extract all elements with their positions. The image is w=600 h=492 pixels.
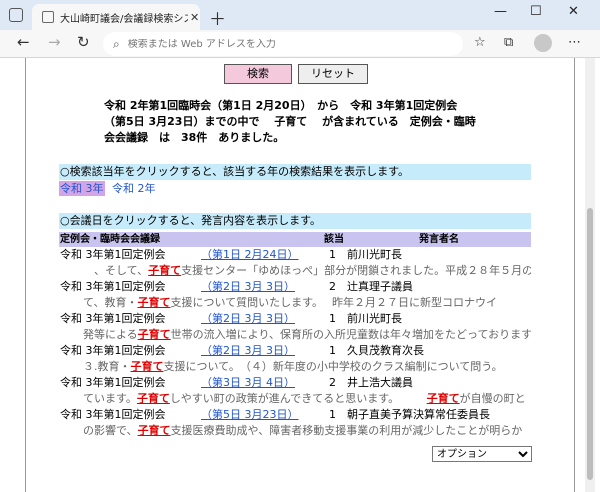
summary-line: 令和 2年第1回臨時会（第1日 2月20日） から 令和 3年第1回定例会	[104, 99, 458, 112]
result-snippet: ３.教育・子育て支援について。 （４）新年度の小中学校のクラス編制について問う。	[59, 358, 531, 375]
result-snippet: 、そして、子育て支援センター「ゆめほっぺ」部分が閉鎖されました。平成２８年５月の	[59, 262, 531, 279]
result-snippet: の影響で、子育て支援医療費助成や、障害者移動支援事業の利用が減少したことが明らか	[59, 422, 531, 439]
back-icon[interactable]: ←	[17, 33, 30, 51]
result-meeting: 令和 3年第1回定例会	[60, 280, 166, 293]
browser-titlebar: 大山崎町議会/会議録検索システム ✕ ＋ — ☐ ✕	[0, 0, 600, 30]
result-hit-count: 1	[329, 312, 336, 325]
result-meeting: 令和 3年第1回定例会	[60, 408, 166, 421]
result-row: 令和 3年第1回定例会 （第5日 3月23日） 1 朝子直美予算決算常任委員長	[59, 407, 531, 422]
page-favicon-icon	[42, 11, 54, 23]
keyword-highlight: 子育て	[136, 392, 170, 405]
more-menu-icon[interactable]: ⋯	[568, 35, 581, 50]
maximize-button[interactable]: ☐	[530, 4, 542, 19]
forward-icon[interactable]: →	[48, 33, 61, 51]
reset-button[interactable]: リセット	[298, 64, 368, 84]
new-tab-button[interactable]: ＋	[209, 5, 226, 30]
year-link-r3[interactable]: 令和 3年	[59, 181, 105, 196]
result-hit-count: 2	[329, 280, 336, 293]
keyword-highlight: 子育て	[130, 360, 164, 373]
snippet-text: 世帯の流入増により、保育所の入所児童数は年々増加をたどっております	[170, 328, 531, 341]
result-speaker: 辻真理子議員	[347, 280, 413, 293]
result-snippet: ています。子育てしやすい町の政策が進んできてると思います。 子育てが自慢の町と	[59, 390, 531, 407]
result-snippet: 発等による子育て世帯の流入増により、保育所の入所児童数は年々増加をたどっておりま…	[59, 326, 531, 343]
keyword-highlight: 子育て	[426, 392, 460, 405]
keyword-highlight: 子育て	[137, 296, 171, 309]
tab-title: 大山崎町議会/会議録検索システム	[60, 13, 188, 25]
snippet-text: ています。	[83, 392, 137, 405]
result-row: 令和 3年第1回定例会 （第2日 3月 3日） 1 前川光町長	[59, 311, 531, 326]
snippet-text: が自慢の町と	[459, 392, 526, 405]
result-row: 令和 3年第1回定例会 （第2日 3月 3日） 2 辻真理子議員	[59, 279, 531, 294]
page-viewport: 検索 リセット 令和 2年第1回臨時会（第1日 2月20日） から 令和 3年第…	[0, 58, 600, 492]
vertical-scrollbar[interactable]	[585, 58, 595, 492]
keyword-highlight: 子育て	[137, 328, 171, 341]
summary-line: （第5日 3月23日）までの中で 子育て が含まれている 定例会・臨時	[104, 115, 476, 128]
result-speaker: 久貝茂教育次長	[347, 344, 424, 357]
result-hit-count: 2	[329, 376, 336, 389]
header-hit: 該当	[324, 234, 344, 245]
address-bar[interactable]: ⌕	[103, 32, 463, 56]
keyword-highlight: 子育て	[137, 424, 171, 437]
reload-icon[interactable]: ↻	[77, 33, 90, 51]
snippet-text: 支援医療費助成や、障害者移動支援事業の利用が減少したことが明らか	[170, 424, 523, 437]
snippet-text: 支援について。 （４）新年度の小中学校のクラス編制について問う。	[163, 360, 503, 373]
result-meeting: 令和 3年第1回定例会	[60, 312, 166, 325]
address-input[interactable]	[127, 38, 428, 50]
result-date-link[interactable]: （第2日 3月 3日）	[201, 343, 295, 358]
result-hit-count: 1	[329, 248, 336, 261]
snippet-text: の影響で、	[83, 424, 138, 437]
result-hit-count: 1	[329, 408, 336, 421]
result-speaker: 朝子直美予算決算常任委員長	[347, 408, 490, 421]
result-date-link[interactable]: （第2日 3月 3日）	[201, 311, 295, 326]
header-meeting: 定例会・臨時会会議録	[60, 234, 160, 245]
header-speaker: 発言者名	[419, 234, 459, 245]
results-table: 令和 3年第1回定例会 （第1日 2月24日） 1 前川光町長 、そして、子育て支援セ…	[59, 247, 531, 452]
summary-line: 会会議録 は 38件 ありました。	[104, 131, 285, 144]
tab-actions-icon[interactable]	[9, 8, 23, 22]
collections-icon[interactable]: ⧉	[504, 35, 513, 50]
result-row: 令和 3年第1回定例会 （第1日 2月24日） 1 前川光町長	[59, 247, 531, 262]
snippet-text: て、教育・	[83, 296, 138, 309]
close-window-button[interactable]: ✕	[568, 4, 579, 19]
result-speaker: 井上浩大議員	[347, 376, 413, 389]
snippet-text: 発等による	[83, 328, 138, 341]
result-meeting: 令和 3年第1回定例会	[60, 248, 166, 261]
result-speaker: 前川光町長	[347, 248, 402, 261]
scrollbar-thumb[interactable]	[587, 208, 593, 480]
tab-close-icon[interactable]: ✕	[190, 11, 199, 24]
result-date-link[interactable]: （第1日 2月24日）	[201, 247, 299, 262]
result-date-link[interactable]: （第3日 3月 4日）	[201, 375, 295, 390]
options-dropdown[interactable]: オプション	[432, 446, 532, 462]
result-meeting: 令和 3年第1回定例会	[60, 344, 166, 357]
keyword-highlight: 子育て	[148, 264, 182, 277]
result-row: 令和 3年第1回定例会 （第3日 3月 4日） 2 井上浩大議員	[59, 375, 531, 390]
result-row: 令和 3年第1回定例会 （第2日 3月 3日） 1 久貝茂教育次長	[59, 343, 531, 358]
search-button[interactable]: 検索	[224, 64, 292, 84]
year-instruction: ○検索該当年をクリックすると、該当する年の検索結果を表示します。	[59, 164, 531, 180]
snippet-text: 支援について質問いたします。 昨年２月２７日に新型コロナウイ	[170, 296, 498, 309]
result-date-link[interactable]: （第2日 3月 3日）	[201, 279, 295, 294]
results-table-header: 定例会・臨時会会議録 該当 発言者名	[59, 232, 531, 247]
result-date-link[interactable]: （第5日 3月23日）	[201, 407, 299, 422]
browser-tab[interactable]: 大山崎町議会/会議録検索システム ✕	[32, 4, 200, 30]
result-snippet: て、教育・子育て支援について質問いたします。 昨年２月２７日に新型コロナウイ	[59, 294, 531, 311]
browser-toolbar: ← → ↻ ⌕ ☆ ⧉ ⋯	[0, 30, 600, 58]
result-hit-count: 1	[329, 344, 336, 357]
snippet-text: 、そして、	[83, 264, 149, 277]
snippet-text: 支援センター「ゆめほっぺ」部分が閉鎖されました。平成２８年５月の	[181, 264, 531, 277]
day-instruction: ○会議日をクリックすると、発言内容を表示します。	[59, 213, 531, 229]
favorite-star-icon[interactable]: ☆	[474, 35, 486, 50]
snippet-text: ３.教育・	[83, 360, 131, 373]
search-icon: ⌕	[113, 36, 120, 51]
result-speaker: 前川光町長	[347, 312, 402, 325]
minimize-button[interactable]: —	[494, 4, 507, 19]
profile-avatar[interactable]	[534, 34, 552, 52]
search-summary: 令和 2年第1回臨時会（第1日 2月20日） から 令和 3年第1回定例会 （第…	[104, 98, 504, 146]
result-meeting: 令和 3年第1回定例会	[60, 376, 166, 389]
year-link-r2[interactable]: 令和 2年	[112, 181, 156, 196]
snippet-text: しやすい町の政策が進んできてると思います。	[169, 392, 427, 405]
